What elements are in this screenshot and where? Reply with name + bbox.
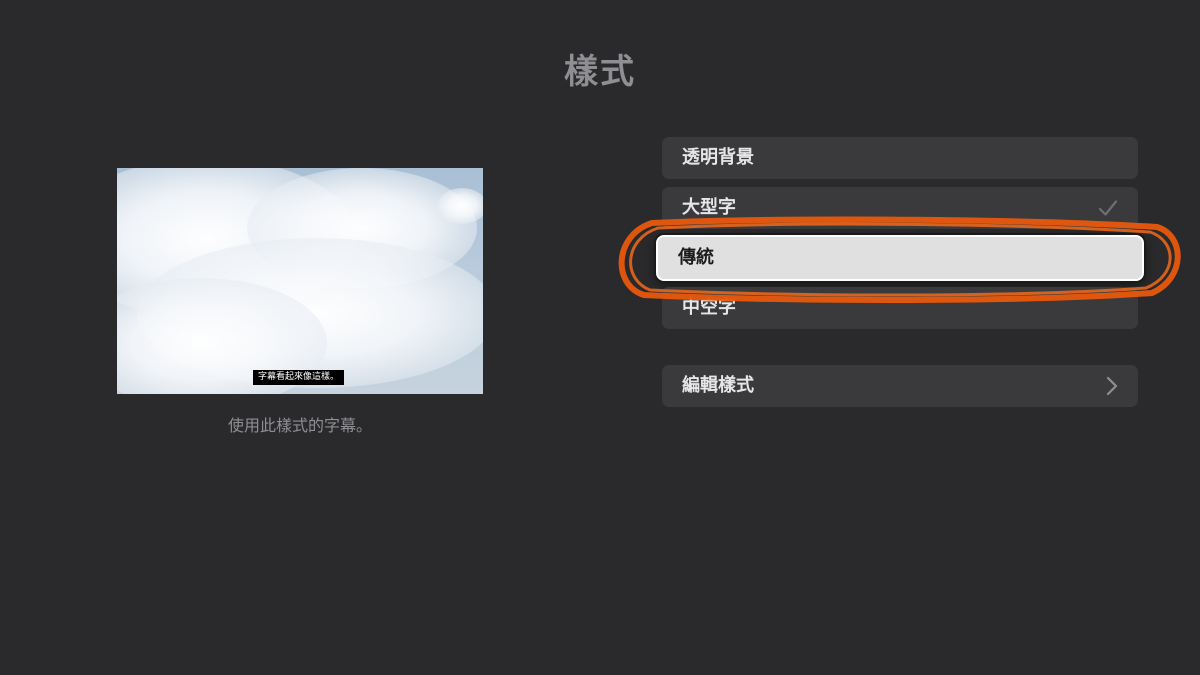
preview-caption: 使用此樣式的字幕。: [227, 416, 372, 435]
subtitle-sample: 字幕看起來像這樣。: [253, 370, 345, 385]
checkmark-icon: [1098, 200, 1118, 216]
style-option-outline-text[interactable]: 中空字: [662, 287, 1138, 329]
style-option-label: 大型字: [682, 197, 736, 218]
subtitle-style-screen: 樣式 字幕看起來像這樣。 使用此樣式的字幕。 透明背景 大型字 傳統 中空字 編…: [0, 0, 1200, 675]
style-option-large-text[interactable]: 大型字: [662, 187, 1138, 229]
style-option-classic[interactable]: 傳統: [656, 235, 1144, 281]
subtitle-preview-image: [117, 168, 483, 394]
edit-style-label: 編輯樣式: [682, 375, 754, 396]
cloud: [437, 188, 483, 224]
style-option-label: 傳統: [678, 247, 714, 268]
style-option-transparent-background[interactable]: 透明背景: [662, 137, 1138, 179]
chevron-right-icon: [1106, 376, 1118, 396]
page-title: 樣式: [564, 52, 636, 92]
style-option-label: 透明背景: [682, 147, 754, 168]
edit-style-button[interactable]: 編輯樣式: [662, 365, 1138, 407]
style-option-label: 中空字: [682, 297, 736, 318]
